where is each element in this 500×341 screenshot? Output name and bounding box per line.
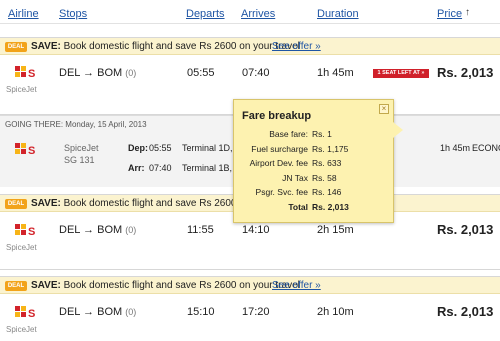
stops-count: (0) [125, 225, 137, 235]
close-icon[interactable]: × [379, 104, 389, 114]
details-duration: 1h 45m [440, 143, 471, 153]
fare-total-value: Rs. 2,013 [312, 202, 349, 212]
depart-time: 15:10 [187, 306, 215, 318]
arr-label: Arr: [128, 163, 145, 173]
dep-label: Dep: [128, 143, 148, 153]
promo-text: SAVE: Book domestic flight and save Rs 2… [31, 41, 300, 52]
flight-duration: 2h 10m [317, 306, 354, 318]
airline-name: SpiceJet [6, 325, 37, 334]
deal-badge: DEAL [5, 199, 27, 209]
sort-airline-link[interactable]: Airline [8, 8, 39, 20]
stops-count: (0) [125, 68, 137, 78]
fare-label: Base fare: [269, 129, 308, 139]
fare-label: JN Tax [282, 173, 308, 183]
route: DEL → BOM (0) [59, 306, 136, 318]
svg-text:S: S [28, 226, 35, 238]
fare-value: Rs. 633 [312, 158, 342, 168]
promo-save-label: SAVE: [31, 41, 61, 52]
fare-value: Rs. 1 [312, 129, 332, 139]
sort-arrives-link[interactable]: Arrives [241, 8, 275, 20]
promo-banner: DEAL SAVE: Book domestic flight and save… [0, 277, 500, 294]
depart-time: 05:55 [187, 67, 215, 79]
depart-time: 11:55 [187, 224, 214, 236]
sort-ascending-icon: ↑ [465, 7, 470, 18]
airline-name: SpiceJet [6, 243, 37, 252]
arr-time: 07:40 [149, 163, 172, 173]
route: DEL → BOM (0) [59, 224, 136, 236]
popup-pointer [393, 122, 403, 138]
price-value[interactable]: Rs. 2,013 [437, 304, 493, 319]
details-class: ECONO [472, 143, 500, 153]
route: DEL → BOM (0) [59, 67, 136, 79]
arrive-time: 07:40 [242, 67, 270, 79]
dep-time: 05:55 [149, 143, 172, 153]
spicejet-logo-icon: S [13, 304, 39, 322]
route-text: DEL → BOM [59, 67, 123, 79]
arr-terminal: Terminal 1B, [182, 163, 233, 173]
see-offer-link[interactable]: See offer » [272, 280, 321, 291]
spicejet-logo-icon: S [13, 222, 39, 240]
going-there-label: GOING THERE: Monday, 15 April, 2013 [5, 120, 147, 129]
details-flight-number: SG 131 [64, 155, 95, 165]
price-value[interactable]: Rs. 2,013 [437, 65, 493, 80]
sort-price-link[interactable]: Price [437, 8, 462, 20]
route-text: DEL → BOM [59, 306, 123, 318]
promo-message: Book domestic flight and save Rs 2600 on… [63, 280, 300, 291]
fare-total-label: Total [288, 202, 308, 212]
fare-value: Rs. 1,175 [312, 144, 349, 154]
fare-value: Rs. 58 [312, 173, 337, 183]
price-value[interactable]: Rs. 2,013 [437, 222, 493, 237]
airline-name: SpiceJet [6, 85, 37, 94]
arrive-time: 17:20 [242, 306, 270, 318]
sort-stops-link[interactable]: Stops [59, 8, 87, 20]
sort-departs-link[interactable]: Departs [186, 8, 225, 20]
fare-value: Rs. 146 [312, 187, 342, 197]
arrive-time: 14:10 [242, 224, 270, 236]
svg-text:S: S [28, 68, 35, 80]
promo-save-label: SAVE: [31, 280, 61, 291]
flight-duration: 1h 45m [317, 67, 354, 79]
flight-card: DEAL SAVE: Book domestic flight and save… [0, 276, 500, 341]
results-header: Airline Stops Departs Arrives Duration P… [0, 0, 500, 24]
details-airline: SpiceJet [64, 143, 99, 153]
flight-duration: 2h 15m [317, 224, 354, 236]
svg-text:S: S [28, 145, 35, 157]
promo-text: SAVE: Book domestic flight and save Rs 2… [31, 280, 300, 291]
spicejet-logo-icon: S [13, 141, 39, 159]
route-text: DEL → BOM [59, 224, 123, 236]
promo-message: Book domestic flight and save Rs 2600 on… [63, 41, 300, 52]
stops-count: (0) [125, 307, 137, 317]
fare-label: Fuel surcharge [251, 144, 308, 154]
dep-terminal: Terminal 1D, [182, 143, 233, 153]
fare-breakup-popup: × Fare breakup Base fare: Rs. 1 Fuel sur… [233, 99, 403, 223]
spicejet-logo-icon: S [13, 64, 39, 82]
seat-left-badge[interactable]: 1 SEAT LEFT AT » [373, 69, 429, 78]
svg-text:S: S [28, 308, 35, 320]
promo-save-label: SAVE: [31, 198, 61, 209]
sort-duration-link[interactable]: Duration [317, 8, 359, 20]
fare-label: Airport Dev. fee [249, 158, 308, 168]
deal-badge: DEAL [5, 42, 27, 52]
see-offer-link[interactable]: See offer » [272, 41, 321, 52]
promo-banner: DEAL SAVE: Book domestic flight and save… [0, 38, 500, 55]
fare-label: Psgr. Svc. fee [255, 187, 308, 197]
deal-badge: DEAL [5, 281, 27, 291]
fare-breakup-title: Fare breakup [242, 110, 312, 122]
